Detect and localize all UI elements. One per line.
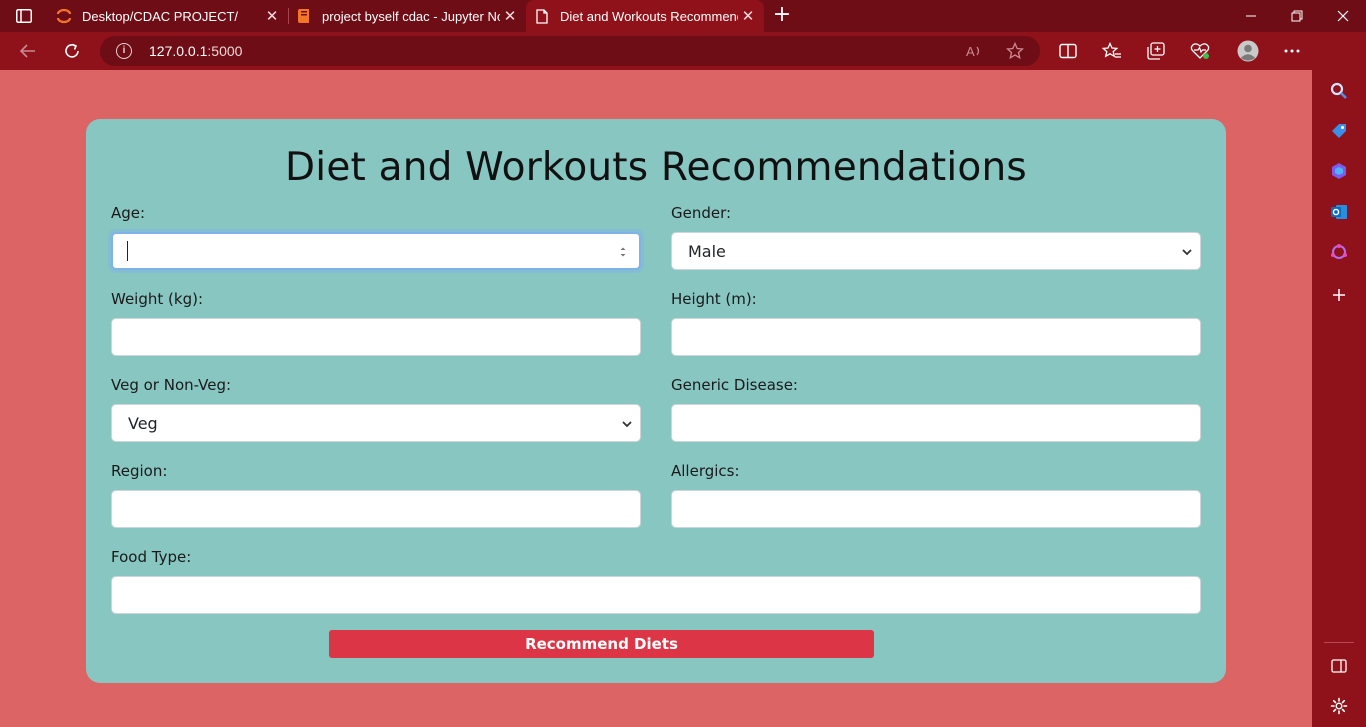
back-icon[interactable] xyxy=(17,41,39,61)
favorite-star-icon[interactable] xyxy=(1006,42,1024,60)
close-icon[interactable]: ✕ xyxy=(262,7,282,25)
close-icon[interactable]: ✕ xyxy=(738,7,758,25)
tab-diet-workouts[interactable]: Diet and Workouts Recommenda ✕ xyxy=(526,0,764,32)
region-label: Region: xyxy=(111,462,168,480)
form-card: Diet and Workouts Recommendations Age: G… xyxy=(86,119,1226,683)
tab-actions-icon[interactable] xyxy=(14,7,34,25)
page-icon xyxy=(534,8,550,24)
disease-input[interactable] xyxy=(671,404,1201,442)
age-input[interactable] xyxy=(111,232,641,270)
profile-avatar[interactable] xyxy=(1236,39,1260,63)
food-type-label: Food Type: xyxy=(111,548,192,566)
close-icon[interactable]: ✕ xyxy=(500,7,520,25)
outlook-icon[interactable] xyxy=(1329,202,1349,222)
url-bar[interactable]: i 127.0.0.1:5000 A xyxy=(100,36,1040,66)
hide-sidebar-icon[interactable] xyxy=(1329,656,1349,676)
page-title: Diet and Workouts Recommendations xyxy=(285,145,1027,190)
favorites-icon[interactable] xyxy=(1102,41,1122,61)
tab-bar: Desktop/CDAC PROJECT/ ✕ project byself c… xyxy=(0,0,1366,32)
tab-title: Diet and Workouts Recommenda xyxy=(560,8,738,24)
add-icon[interactable] xyxy=(1329,285,1349,305)
svg-text:A: A xyxy=(966,44,975,59)
search-icon[interactable] xyxy=(1329,81,1349,101)
sidebar-divider xyxy=(1324,642,1354,643)
refresh-icon[interactable] xyxy=(61,41,83,61)
veg-label: Veg or Non-Veg: xyxy=(111,376,232,394)
allergics-input[interactable] xyxy=(671,490,1201,528)
weight-input[interactable] xyxy=(111,318,641,356)
tab-jupyter-notebook[interactable]: project byself cdac - Jupyter Note ✕ xyxy=(288,0,526,32)
tab-title: project byself cdac - Jupyter Note xyxy=(322,8,500,24)
text-cursor xyxy=(127,241,128,261)
veg-selected-value: Veg xyxy=(128,413,158,433)
allergics-label: Allergics: xyxy=(671,462,740,480)
browser-essentials-icon[interactable] xyxy=(1190,41,1210,61)
region-input[interactable] xyxy=(111,490,641,528)
designer-icon[interactable] xyxy=(1329,242,1349,262)
site-info-icon[interactable]: i xyxy=(116,43,132,59)
edge-sidebar xyxy=(1312,32,1366,727)
read-aloud-icon[interactable]: A xyxy=(966,42,984,60)
disease-label: Generic Disease: xyxy=(671,376,798,394)
food-type-input[interactable] xyxy=(111,576,1201,614)
collections-icon[interactable] xyxy=(1146,41,1166,61)
close-window-button[interactable] xyxy=(1320,0,1366,32)
settings-gear-icon[interactable] xyxy=(1329,696,1349,716)
tab-desktop-cdac[interactable]: Desktop/CDAC PROJECT/ ✕ xyxy=(48,0,288,32)
tab-title: Desktop/CDAC PROJECT/ xyxy=(82,8,239,24)
games-icon[interactable] xyxy=(1329,161,1349,181)
more-options-icon[interactable] xyxy=(1282,41,1302,61)
gender-select[interactable]: Male xyxy=(671,232,1201,270)
age-label: Age: xyxy=(111,204,146,222)
veg-select[interactable]: Veg xyxy=(111,404,641,442)
address-toolbar: i 127.0.0.1:5000 A xyxy=(0,32,1312,70)
height-input[interactable] xyxy=(671,318,1201,356)
number-spinner-icon[interactable] xyxy=(619,244,627,260)
weight-label: Weight (kg): xyxy=(111,290,203,308)
jupyter-icon xyxy=(56,8,72,24)
shopping-tag-icon[interactable] xyxy=(1329,121,1349,141)
gender-label: Gender: xyxy=(671,204,732,222)
restore-button[interactable] xyxy=(1274,0,1320,32)
minimize-button[interactable] xyxy=(1228,0,1274,32)
chevron-down-icon xyxy=(622,421,632,428)
chevron-down-icon xyxy=(1182,249,1192,256)
url-text[interactable]: 127.0.0.1:5000 xyxy=(149,43,242,59)
new-tab-button[interactable]: + xyxy=(770,4,794,28)
split-screen-icon[interactable] xyxy=(1058,41,1078,61)
recommend-diets-button[interactable]: Recommend Diets xyxy=(329,630,874,658)
page-viewport: Diet and Workouts Recommendations Age: G… xyxy=(0,70,1312,727)
notebook-icon xyxy=(296,8,312,24)
height-label: Height (m): xyxy=(671,290,757,308)
gender-selected-value: Male xyxy=(688,241,726,261)
